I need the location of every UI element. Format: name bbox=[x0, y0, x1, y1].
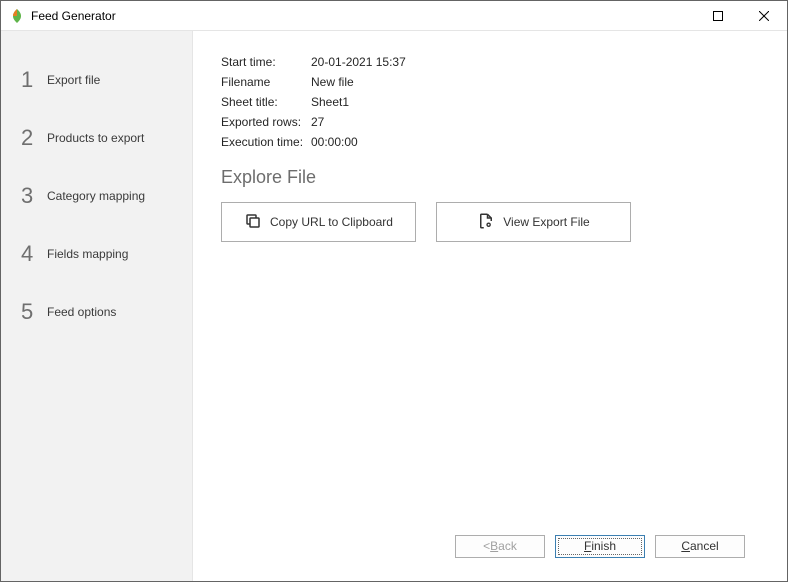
back-button[interactable]: < Back bbox=[455, 535, 545, 558]
view-file-icon bbox=[477, 212, 495, 233]
step-number: 3 bbox=[21, 183, 47, 209]
start-time-value: 20-01-2021 15:37 bbox=[311, 55, 759, 69]
window-title: Feed Generator bbox=[31, 9, 695, 23]
body: 1 Export file 2 Products to export 3 Cat… bbox=[1, 31, 787, 581]
exported-rows-label: Exported rows: bbox=[221, 115, 311, 129]
step-label: Fields mapping bbox=[47, 247, 128, 261]
execution-time-label: Execution time: bbox=[221, 135, 311, 149]
step-number: 2 bbox=[21, 125, 47, 151]
copy-icon bbox=[244, 212, 262, 233]
step-products-to-export[interactable]: 2 Products to export bbox=[1, 109, 192, 167]
sheet-title-label: Sheet title: bbox=[221, 95, 311, 109]
cancel-button[interactable]: Cancel bbox=[655, 535, 745, 558]
app-icon bbox=[9, 8, 25, 24]
action-button-row: Copy URL to Clipboard View Export File bbox=[221, 202, 759, 242]
step-number: 1 bbox=[21, 67, 47, 93]
main-panel: Start time: 20-01-2021 15:37 Filename Ne… bbox=[193, 31, 787, 581]
titlebar: Feed Generator bbox=[1, 1, 787, 31]
exported-rows-value: 27 bbox=[311, 115, 759, 129]
section-heading: Explore File bbox=[221, 167, 759, 188]
view-export-label: View Export File bbox=[503, 215, 589, 229]
step-export-file[interactable]: 1 Export file bbox=[1, 51, 192, 109]
step-number: 5 bbox=[21, 299, 47, 325]
filename-value: New file bbox=[311, 75, 759, 89]
wizard-footer: < Back Finish Cancel bbox=[221, 527, 759, 565]
export-summary-table: Start time: 20-01-2021 15:37 Filename Ne… bbox=[221, 55, 759, 149]
step-label: Feed options bbox=[47, 305, 116, 319]
start-time-label: Start time: bbox=[221, 55, 311, 69]
finish-button[interactable]: Finish bbox=[555, 535, 645, 558]
wizard-sidebar: 1 Export file 2 Products to export 3 Cat… bbox=[1, 31, 193, 581]
step-label: Export file bbox=[47, 73, 100, 87]
view-export-button[interactable]: View Export File bbox=[436, 202, 631, 242]
spacer bbox=[221, 242, 759, 527]
close-button[interactable] bbox=[741, 1, 787, 31]
filename-label: Filename bbox=[221, 75, 311, 89]
step-label: Products to export bbox=[47, 131, 144, 145]
copy-url-button[interactable]: Copy URL to Clipboard bbox=[221, 202, 416, 242]
execution-time-value: 00:00:00 bbox=[311, 135, 759, 149]
step-label: Category mapping bbox=[47, 189, 145, 203]
step-feed-options[interactable]: 5 Feed options bbox=[1, 283, 192, 341]
sheet-title-value: Sheet1 bbox=[311, 95, 759, 109]
step-fields-mapping[interactable]: 4 Fields mapping bbox=[1, 225, 192, 283]
step-number: 4 bbox=[21, 241, 47, 267]
copy-url-label: Copy URL to Clipboard bbox=[270, 215, 393, 229]
step-category-mapping[interactable]: 3 Category mapping bbox=[1, 167, 192, 225]
maximize-button[interactable] bbox=[695, 1, 741, 31]
